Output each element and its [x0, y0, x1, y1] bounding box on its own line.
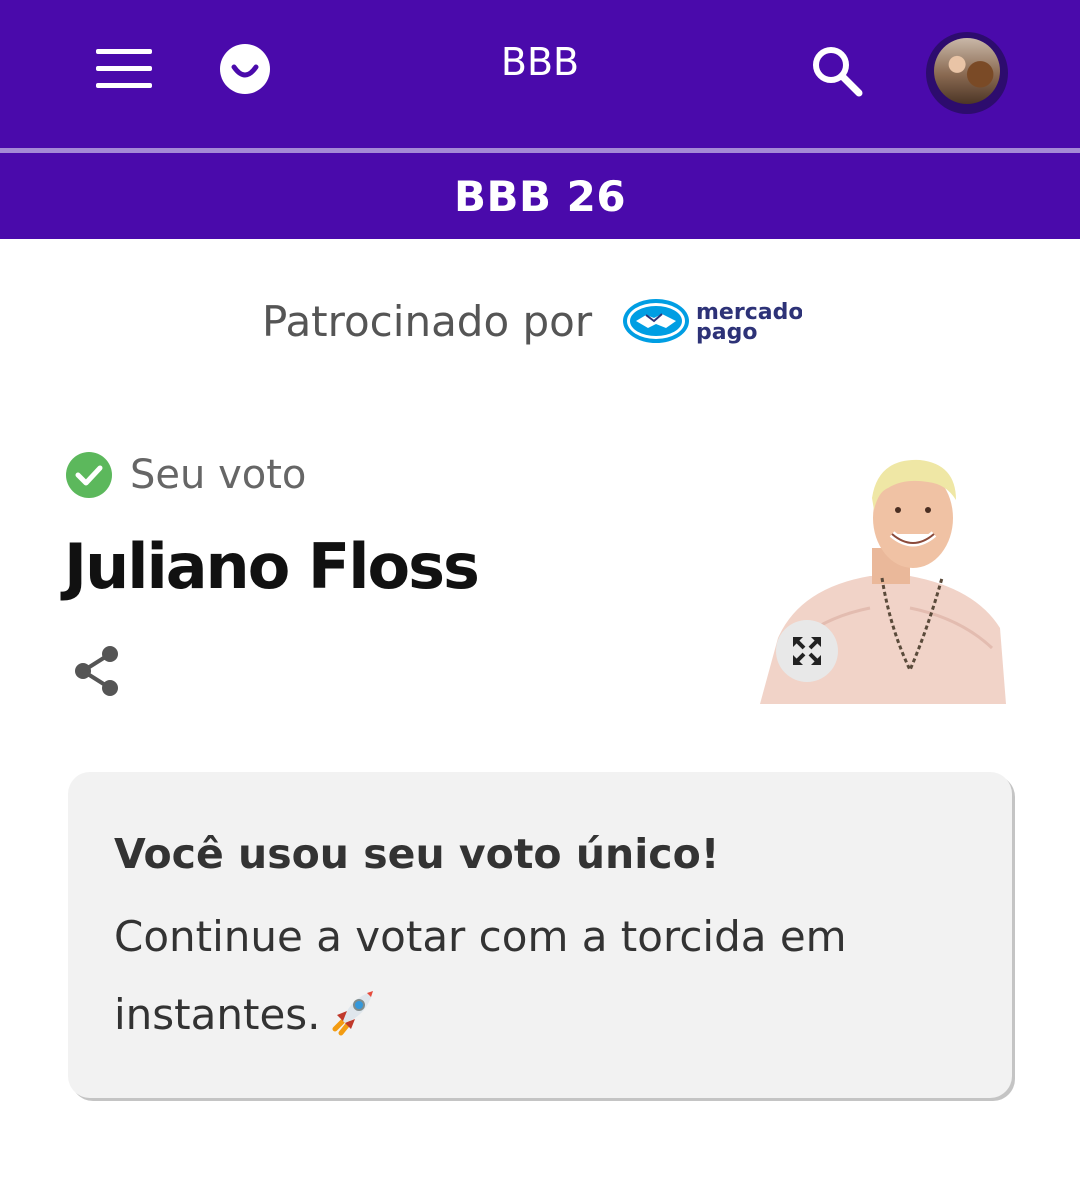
top-app-bar: BBB — [0, 0, 1080, 148]
expand-icon[interactable] — [776, 620, 838, 682]
vote-status-label: Seu voto — [130, 452, 307, 498]
vote-status: Seu voto — [66, 450, 306, 500]
hamburger-menu-icon[interactable] — [96, 47, 152, 91]
avatar-photo — [934, 38, 1000, 104]
info-card-title: Você usou seu voto único! — [114, 830, 720, 878]
smile-logo-icon[interactable] — [219, 43, 271, 95]
participant-name: Juliano Floss — [64, 530, 480, 603]
app-title: BBB — [500, 40, 580, 84]
sponsor-label: Patrocinado por — [262, 296, 593, 346]
user-avatar[interactable] — [926, 32, 1008, 114]
share-icon[interactable] — [72, 644, 122, 698]
search-icon[interactable] — [806, 40, 866, 100]
check-circle-icon — [66, 452, 112, 498]
sponsor-row: Patrocinado por mercado pago — [262, 290, 802, 352]
vote-info-card: Você usou seu voto único! Continue a vot… — [68, 772, 1012, 1098]
info-card-body: Continue a votar com a torcida em instan… — [114, 898, 934, 1054]
mercado-pago-logo-line2: pago — [696, 320, 757, 345]
info-card-body-text: Continue a votar com a torcida em instan… — [114, 912, 847, 1039]
section-bar: BBB 26 — [0, 153, 1080, 239]
section-title: BBB 26 — [453, 171, 627, 221]
mercado-pago-logo[interactable]: mercado pago — [620, 291, 802, 351]
rocket-icon — [327, 984, 379, 1036]
